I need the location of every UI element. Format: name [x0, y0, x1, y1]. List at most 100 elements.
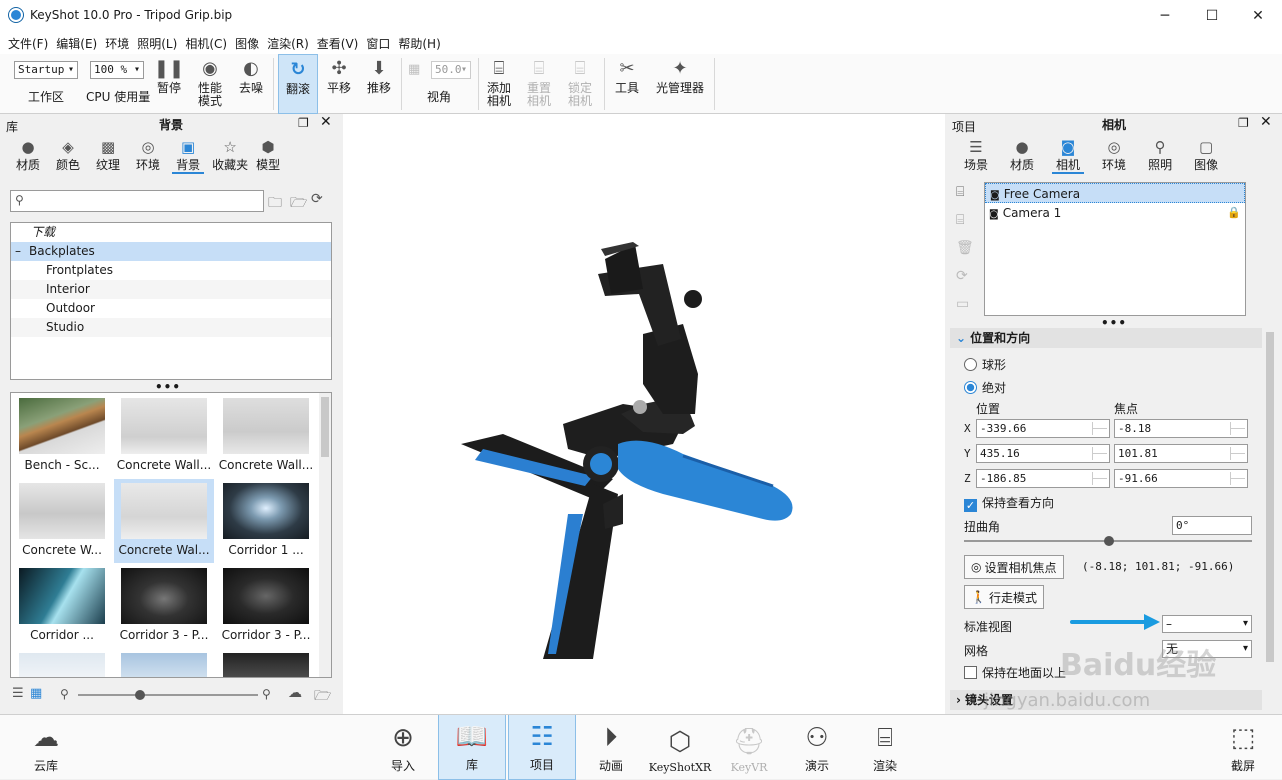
keyshotxr-button[interactable]: ⬡ KeyShotXR [648, 715, 712, 780]
thumbnail-size-slider[interactable] [78, 690, 258, 700]
reset-camera-button[interactable]: ⌸ 重置 相机 [522, 54, 556, 114]
tab-material[interactable]: ● 材质 [1006, 140, 1038, 174]
menu-camera[interactable]: 相机(C) [181, 35, 231, 52]
refresh-icon[interactable]: ⟳ [311, 191, 323, 207]
focus-z-input[interactable]: -91.66 [1114, 469, 1248, 488]
folder-icon[interactable]: 🗀 [268, 192, 282, 216]
cloud-library-button[interactable]: ☁ 云库 [24, 715, 68, 780]
tree-item-download[interactable]: 下载 [11, 223, 331, 242]
tree-item-interior[interactable]: Interior [11, 280, 331, 299]
animation-button[interactable]: ⏵ 动画 [588, 715, 634, 780]
list-view-icon[interactable]: ☰ [12, 686, 24, 701]
keep-look-checkbox[interactable]: ✓ 保持查看方向 [964, 494, 1054, 512]
library-button[interactable]: 📖 库 [438, 715, 506, 780]
tab-favorites[interactable]: ☆ 收藏夹 [208, 140, 252, 174]
thumbnail-item-selected[interactable]: Concrete Wal... [114, 479, 214, 563]
tab-backplates[interactable]: ▣ 背景 [172, 140, 205, 174]
absolute-radio[interactable]: 绝对 [964, 379, 1006, 396]
maximize-button[interactable]: ☐ [1189, 0, 1235, 32]
reset-icon[interactable]: ⟳ [956, 268, 968, 284]
tumble-button[interactable]: ↻ 翻滚 [278, 54, 318, 114]
thumbnail-item[interactable]: Corridor ... [12, 568, 112, 642]
fov-input[interactable]: 50.0 [431, 61, 471, 79]
thumbnail-item[interactable]: Concrete Wall... [216, 398, 316, 472]
tools-button[interactable]: ✂ 工具 [610, 54, 644, 114]
pause-button[interactable]: ❚❚ 暂停 [152, 54, 186, 114]
tab-materials[interactable]: ● 材质 [12, 140, 44, 174]
render-button[interactable]: ⌸ 渲染 [862, 715, 908, 780]
library-search-input[interactable]: ⚲ [10, 190, 264, 212]
standard-view-select[interactable]: – [1162, 615, 1252, 633]
save-icon[interactable]: ▭ [956, 296, 969, 312]
import-folder-icon[interactable]: 🗁 [314, 685, 331, 709]
thumbnail-item[interactable]: Corridor 3 - P... [114, 568, 214, 642]
twist-slider[interactable] [964, 536, 1252, 546]
thumbnail-item[interactable]: Corridor 1 ... [216, 483, 316, 557]
walk-mode-button[interactable]: 🚶 行走模式 [964, 585, 1044, 609]
thumbnail-scrollbar[interactable] [319, 393, 331, 677]
camera-item-free[interactable]: ◙ Free Camera [985, 183, 1245, 203]
focus-x-input[interactable]: -8.18 [1114, 419, 1248, 438]
minimize-button[interactable]: ─ [1142, 0, 1188, 32]
menu-window[interactable]: 窗口 [362, 35, 394, 52]
performance-mode-button[interactable]: ◉ 性能 模式 [190, 54, 230, 114]
camera-item-1[interactable]: ◙ Camera 1 🔒 [985, 203, 1245, 223]
add-folder-icon[interactable]: 🗁 [290, 192, 307, 216]
panel-close-icon[interactable]: ✕ [1260, 114, 1272, 130]
menu-lighting[interactable]: 照明(L) [133, 35, 181, 52]
twist-input[interactable]: 0° [1172, 516, 1252, 535]
tab-lighting[interactable]: ⚲ 照明 [1144, 140, 1176, 174]
menu-environment[interactable]: 环境 [101, 35, 133, 52]
menu-file[interactable]: 文件(F) [4, 35, 52, 52]
dolly-button[interactable]: ⬇ 推移 [362, 54, 396, 114]
position-y-input[interactable]: 435.16 [976, 444, 1110, 463]
thumbnail-item[interactable]: Concrete Wall... [114, 398, 214, 472]
focus-y-input[interactable]: 101.81 [1114, 444, 1248, 463]
tab-environment[interactable]: ◎ 环境 [1098, 140, 1130, 174]
tab-models[interactable]: ⬢ 模型 [252, 140, 284, 174]
tree-item-outdoor[interactable]: Outdoor [11, 299, 331, 318]
lock-camera-button[interactable]: ⌸ 锁定 相机 [563, 54, 597, 114]
keep-above-ground-checkbox[interactable]: 保持在地面以上 [964, 664, 1066, 681]
tree-item-studio[interactable]: Studio [11, 318, 331, 337]
spherical-radio[interactable]: 球形 [964, 356, 1006, 373]
undock-icon[interactable]: ❐ [1238, 116, 1249, 130]
menu-view[interactable]: 查看(V) [313, 35, 363, 52]
menu-edit[interactable]: 编辑(E) [52, 35, 101, 52]
delete-icon[interactable]: 🗑 [956, 240, 974, 256]
screenshot-button[interactable]: ⬚ 截屏 [1220, 715, 1266, 780]
tab-colors[interactable]: ◈ 颜色 [52, 140, 84, 174]
pan-button[interactable]: ✣ 平移 [322, 54, 356, 114]
set-focus-button[interactable]: ◎ 设置相机焦点 [964, 555, 1064, 579]
tab-scene[interactable]: ☰ 场景 [960, 140, 992, 174]
menu-render[interactable]: 渲染(R) [263, 35, 313, 52]
tree-item-backplates[interactable]: – Backplates [11, 242, 331, 261]
section-position-orientation[interactable]: ⌄ 位置和方向 [950, 328, 1262, 348]
duplicate-camera-icon[interactable]: ⌸ [956, 212, 964, 228]
tree-item-frontplates[interactable]: Frontplates [11, 261, 331, 280]
cpu-select[interactable]: 100 % [90, 61, 144, 79]
tab-environments[interactable]: ◎ 环境 [132, 140, 164, 174]
undock-icon[interactable]: ❐ [298, 116, 309, 130]
keyvr-button[interactable]: ⛑ KeyVR [726, 715, 772, 780]
thumbnail-item[interactable]: Bench - Sc... [12, 398, 112, 472]
close-button[interactable]: ✕ [1235, 0, 1281, 32]
properties-scrollbar[interactable] [1264, 328, 1276, 714]
position-z-input[interactable]: -186.85 [976, 469, 1110, 488]
import-button[interactable]: ⊕ 导入 [380, 715, 426, 780]
render-viewport[interactable] [343, 114, 945, 714]
denoise-button[interactable]: ◐ 去噪 [234, 54, 268, 114]
tab-image[interactable]: ▢ 图像 [1190, 140, 1222, 174]
workspace-select[interactable]: Startup [14, 61, 78, 79]
position-x-input[interactable]: -339.66 [976, 419, 1110, 438]
presentation-button[interactable]: ⚇ 演示 [794, 715, 840, 780]
menu-image[interactable]: 图像 [231, 35, 263, 52]
add-camera-button[interactable]: ⌸ 添加 相机 [482, 54, 516, 114]
thumbnail-item[interactable]: Corridor 3 - P... [216, 568, 316, 642]
cloud-upload-icon[interactable]: ☁ [288, 685, 302, 701]
tab-textures[interactable]: ▩ 纹理 [92, 140, 124, 174]
tab-camera[interactable]: ◙ 相机 [1052, 140, 1085, 174]
add-camera-icon[interactable]: ⌸ [956, 184, 964, 200]
project-button[interactable]: ☷ 项目 [508, 715, 576, 780]
thumbnail-item[interactable]: Concrete W... [12, 483, 112, 557]
